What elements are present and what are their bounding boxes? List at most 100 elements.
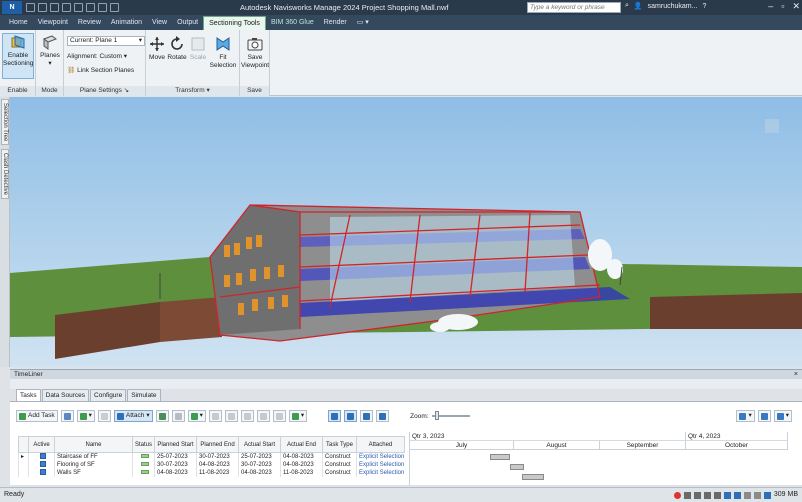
app-logo-icon[interactable]: N: [2, 1, 22, 14]
maximize-icon[interactable]: ▫: [781, 1, 784, 12]
tab-output[interactable]: Output: [172, 16, 203, 30]
last-sheet-icon[interactable]: [713, 491, 721, 499]
current-plane-dropdown[interactable]: Current: Plane 1 ▾: [67, 36, 145, 46]
disk-icon[interactable]: [753, 491, 761, 499]
tab-animation[interactable]: Animation: [106, 16, 147, 30]
tab-extra-menu[interactable]: ▭ ▾: [352, 16, 374, 30]
help-icon[interactable]: ?: [702, 3, 706, 10]
col-active[interactable]: Active: [28, 436, 55, 453]
tab-view[interactable]: View: [147, 16, 172, 30]
add-task-button[interactable]: Add Task: [16, 410, 58, 422]
save-viewpoint-button[interactable]: Save Viewpoint: [241, 36, 269, 70]
previous-sheet-icon[interactable]: [693, 491, 701, 499]
move-up-button[interactable]: [240, 410, 254, 422]
gantt-chart[interactable]: Qtr 3, 2023 Qtr 4, 2023 July August Sept…: [409, 432, 788, 486]
new-file-icon[interactable]: [26, 3, 35, 12]
close-icon[interactable]: ✕: [792, 1, 800, 12]
zoom-slider[interactable]: [431, 411, 470, 420]
tab-review[interactable]: Review: [73, 16, 106, 30]
export-options-button[interactable]: ▾: [773, 410, 792, 422]
planned-start[interactable]: 25-07-2023: [154, 452, 197, 461]
active-checkbox[interactable]: [28, 452, 55, 461]
undo-icon[interactable]: [74, 3, 83, 12]
gantt-bar-flooring-sf[interactable]: [510, 464, 524, 470]
view-tasks-only-button[interactable]: [328, 410, 342, 422]
select-icon[interactable]: [110, 3, 119, 12]
actual-start[interactable]: 25-07-2023: [238, 452, 281, 461]
export-button[interactable]: [757, 410, 771, 422]
auto-add-tasks-button[interactable]: ▾: [76, 410, 95, 422]
table-row[interactable]: ▸ Staircase of FF 25-07-2023 30-07-2023 …: [18, 452, 405, 461]
tab-tasks[interactable]: Tasks: [16, 389, 41, 401]
view-both-button[interactable]: [344, 410, 358, 422]
col-name[interactable]: Name: [54, 436, 133, 453]
active-checkbox[interactable]: [28, 461, 55, 469]
attach-button[interactable]: Attach ▾: [113, 410, 153, 422]
gantt-bar-walls-sf[interactable]: [522, 474, 544, 480]
task-type[interactable]: Construct: [322, 461, 357, 469]
scale-button[interactable]: Scale: [189, 36, 207, 62]
project-browser-icon[interactable]: [723, 491, 731, 499]
clash-detective-tab[interactable]: Clash Detective: [1, 149, 9, 199]
first-sheet-icon[interactable]: [683, 491, 691, 499]
user-icon[interactable]: 👤: [634, 2, 643, 10]
alignment-dropdown[interactable]: Alignment: Custom ▾: [67, 52, 127, 61]
redo-icon[interactable]: [86, 3, 95, 12]
insert-task-button[interactable]: [60, 410, 74, 422]
print-icon[interactable]: [62, 3, 71, 12]
tab-bim360-glue[interactable]: BIM 360 Glue: [266, 16, 319, 30]
minimize-icon[interactable]: –: [768, 1, 773, 12]
tab-sectioning-tools[interactable]: Sectioning Tools: [203, 16, 266, 30]
tab-data-sources[interactable]: Data Sources: [41, 389, 90, 401]
clear-attach-button[interactable]: [171, 410, 185, 422]
sheet-browser-icon[interactable]: [733, 491, 741, 499]
open-file-icon[interactable]: [38, 3, 47, 12]
task-type[interactable]: Construct: [322, 452, 357, 461]
pencil-icon[interactable]: [743, 491, 751, 499]
filter-tasks-button[interactable]: ▾: [736, 410, 755, 422]
attached-link[interactable]: Explicit Selection: [356, 452, 405, 461]
search-icon[interactable]: ⌕: [625, 2, 629, 10]
user-name[interactable]: samruchukam...: [648, 3, 698, 10]
task-name[interactable]: Walls SF: [54, 469, 133, 477]
tab-configure[interactable]: Configure: [90, 389, 127, 401]
actual-start[interactable]: 30-07-2023: [238, 461, 281, 469]
view-planned-button[interactable]: [376, 410, 390, 422]
col-status[interactable]: Status: [132, 436, 155, 453]
rotate-button[interactable]: Rotate: [166, 36, 188, 62]
attached-link[interactable]: Explicit Selection: [356, 461, 405, 469]
planned-end[interactable]: 04-08-2023: [196, 461, 239, 469]
actual-end[interactable]: 04-08-2023: [280, 461, 323, 469]
delete-task-button[interactable]: [97, 410, 111, 422]
task-name[interactable]: Staircase of FF: [54, 452, 133, 461]
planned-end[interactable]: 30-07-2023: [196, 452, 239, 461]
planned-start[interactable]: 04-08-2023: [154, 469, 197, 477]
planes-mode-button[interactable]: Planes ▾: [38, 34, 62, 68]
record-icon[interactable]: [673, 491, 681, 499]
table-row[interactable]: Walls SF 04-08-2023 11-08-2023 04-08-202…: [18, 469, 405, 477]
refresh-icon[interactable]: [98, 3, 107, 12]
outdent-button[interactable]: [224, 410, 238, 422]
filter-button[interactable]: ▾: [187, 410, 206, 422]
task-name[interactable]: Flooring of SF: [54, 461, 133, 469]
table-row[interactable]: Flooring of SF 30-07-2023 04-08-2023 30-…: [18, 461, 405, 469]
comment-button[interactable]: [272, 410, 286, 422]
next-sheet-icon[interactable]: [703, 491, 711, 499]
fit-selection-button[interactable]: Fit Selection: [208, 36, 238, 70]
actual-start[interactable]: 04-08-2023: [238, 469, 281, 477]
3d-viewport[interactable]: [10, 97, 802, 367]
col-planned-end[interactable]: Planned End: [196, 436, 239, 453]
tab-render[interactable]: Render: [319, 16, 352, 30]
move-button[interactable]: Move: [148, 36, 166, 62]
enable-sectioning-button[interactable]: Enable Sectioning: [2, 33, 34, 79]
move-down-button[interactable]: [256, 410, 270, 422]
search-input[interactable]: [527, 2, 621, 13]
col-attached[interactable]: Attached: [356, 436, 405, 453]
col-actual-end[interactable]: Actual End: [280, 436, 323, 453]
actual-end[interactable]: 04-08-2023: [280, 452, 323, 461]
planned-start[interactable]: 30-07-2023: [154, 461, 197, 469]
viewcube[interactable]: [765, 119, 779, 133]
tab-viewpoint[interactable]: Viewpoint: [33, 16, 73, 30]
task-type[interactable]: Construct: [322, 469, 357, 477]
col-planned-start[interactable]: Planned Start: [154, 436, 197, 453]
